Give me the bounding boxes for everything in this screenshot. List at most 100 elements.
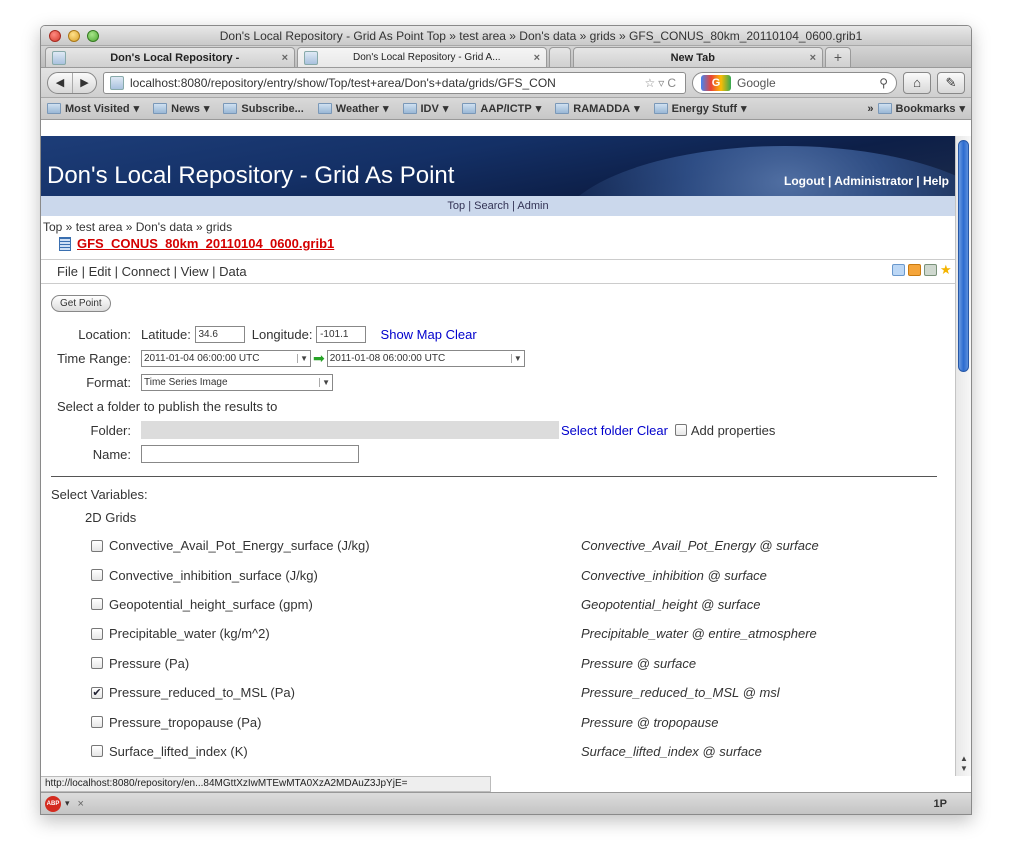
wrench-button[interactable]: ✎ xyxy=(937,71,965,94)
tab-close-icon[interactable]: × xyxy=(810,52,816,64)
folder-icon xyxy=(555,103,570,114)
site-identity-icon[interactable] xyxy=(110,75,124,90)
entry-name-link[interactable]: GFS_CONUS_80km_20110104_0600.grib1 xyxy=(77,236,334,251)
folder-row: Folder: Select folder Clear Add properti… xyxy=(51,418,945,442)
name-input[interactable] xyxy=(141,445,359,463)
time-start-select[interactable]: 2011-01-04 06:00:00 UTC ▼ xyxy=(141,349,311,367)
bookmark-weather[interactable]: Weather ▾ xyxy=(317,102,389,115)
bookmark-energy-stuff[interactable]: Energy Stuff ▾ xyxy=(653,102,747,115)
variable-description: Pressure @ surface xyxy=(581,655,697,671)
google-search-engine-icon[interactable]: G xyxy=(701,74,731,91)
bookmark-star-icon[interactable]: ☆▿C xyxy=(645,76,679,90)
bookmark-label: Most Visited xyxy=(65,102,130,115)
bookmark-ramadda[interactable]: RAMADDA ▾ xyxy=(555,102,640,115)
tab-close-icon[interactable]: × xyxy=(282,52,288,64)
variable-checkbox[interactable] xyxy=(91,598,103,611)
vertical-scrollbar[interactable]: ▲ ▼ xyxy=(955,136,971,776)
chevron-down-icon: ▼ xyxy=(510,353,522,363)
bookmark-subscribe[interactable]: Subscribe... xyxy=(223,103,304,115)
location-label: Location: xyxy=(78,326,131,342)
administrator-link[interactable]: Administrator xyxy=(834,174,913,188)
tab-1[interactable]: Don's Local Repository - × xyxy=(45,47,295,67)
variable-checkbox[interactable] xyxy=(91,745,103,758)
bookmark-label: News xyxy=(171,102,200,115)
format-select[interactable]: Time Series Image ▼ xyxy=(141,373,333,391)
logout-link[interactable]: Logout xyxy=(784,174,825,188)
name-row: Name: xyxy=(51,442,945,466)
tab-2[interactable]: Don's Local Repository - Grid A... × xyxy=(297,47,547,67)
magnifier-icon[interactable]: ⚲ xyxy=(879,76,888,90)
show-map-link[interactable]: Show Map xyxy=(381,327,442,342)
bookmark-idv[interactable]: IDV ▾ xyxy=(402,102,448,115)
onepassword-label[interactable]: 1P xyxy=(934,798,947,810)
name-label: Name: xyxy=(92,446,131,462)
bookmark-aap-ictp[interactable]: AAP/ICTP ▾ xyxy=(462,102,541,115)
home-button[interactable]: ⌂ xyxy=(903,71,931,94)
minimize-window-button[interactable] xyxy=(68,30,80,42)
menu-search-link[interactable]: Search xyxy=(474,200,509,212)
rss-icon[interactable] xyxy=(908,264,921,276)
cart-icon[interactable] xyxy=(924,264,937,276)
new-tab-button[interactable]: + xyxy=(825,47,851,67)
url-bar[interactable]: localhost:8080/repository/entry/show/Top… xyxy=(103,71,686,94)
bookmark-most-visited[interactable]: Most Visited ▾ xyxy=(47,102,139,115)
variable-name: Surface_lifted_index (K) xyxy=(109,743,248,759)
menu-admin-link[interactable]: Admin xyxy=(517,200,548,212)
close-window-button[interactable] xyxy=(49,30,61,42)
comment-icon[interactable] xyxy=(892,264,905,276)
folder-clear-link[interactable]: Clear xyxy=(637,423,668,438)
favorite-star-icon[interactable]: ★ xyxy=(940,263,953,276)
grid-point-form: Get Point Location: Latitude: 34.6 Longi… xyxy=(41,284,955,766)
get-point-button[interactable]: Get Point xyxy=(51,295,111,312)
time-end-select[interactable]: 2011-01-08 06:00:00 UTC ▼ xyxy=(326,349,525,367)
variable-description: Convective_Avail_Pot_Energy @ surface xyxy=(581,538,819,554)
variable-description: Pressure @ tropopause xyxy=(581,714,719,730)
entry-menu-edit[interactable]: Edit xyxy=(89,264,111,279)
back-button[interactable]: ◀ xyxy=(48,73,72,93)
top-menu: Top | Search | Admin xyxy=(41,196,955,216)
tab-3[interactable]: New Tab × xyxy=(573,47,823,67)
latitude-input[interactable]: 34.6 xyxy=(194,325,245,343)
menu-top-link[interactable]: Top xyxy=(447,200,465,212)
folder-field[interactable] xyxy=(141,421,559,439)
variable-checkbox[interactable] xyxy=(91,539,103,552)
bookmarks-menu[interactable]: » Bookmarks ▾ xyxy=(867,102,965,116)
tab-favicon-icon xyxy=(304,50,318,65)
variable-checkbox[interactable] xyxy=(91,716,103,729)
variable-checkbox[interactable] xyxy=(91,627,103,640)
breadcrumb[interactable]: Top » test area » Don's data » grids xyxy=(41,216,955,234)
repository-banner: Don's Local Repository - Grid As Point L… xyxy=(41,136,955,196)
bookmark-news[interactable]: News ▾ xyxy=(153,102,209,115)
variable-checkbox[interactable]: ✔ xyxy=(91,686,103,699)
variable-checkbox[interactable] xyxy=(91,569,103,582)
help-link[interactable]: Help xyxy=(923,174,949,188)
select-variables-label: Select Variables: xyxy=(51,487,148,502)
entry-menu-view[interactable]: View xyxy=(181,264,209,279)
entry-menu-connect[interactable]: Connect xyxy=(122,264,170,279)
back-forward-buttons: ◀ ▶ xyxy=(47,71,97,94)
add-properties-checkbox[interactable] xyxy=(675,424,688,436)
close-addon-bar-icon[interactable]: × xyxy=(78,798,84,810)
entry-menu-data[interactable]: Data xyxy=(219,264,246,279)
variable-row: Convective_inhibition_surface (J/kg) Con… xyxy=(51,560,945,589)
select-folder-link[interactable]: Select folder xyxy=(561,423,633,438)
adblock-menu-chevron-icon[interactable]: ▾ xyxy=(65,798,70,809)
longitude-input[interactable]: -101.1 xyxy=(316,325,367,343)
longitude-label: Longitude: xyxy=(251,326,313,342)
scroll-arrows[interactable]: ▲ ▼ xyxy=(958,754,970,774)
variable-description: Pressure_reduced_to_MSL @ msl xyxy=(581,685,780,701)
forward-button[interactable]: ▶ xyxy=(72,72,96,93)
tab-blank[interactable] xyxy=(549,47,571,67)
entry-menu-file[interactable]: File xyxy=(57,264,78,279)
tab-close-icon[interactable]: × xyxy=(534,52,540,64)
variable-checkbox[interactable] xyxy=(91,657,103,670)
location-clear-link[interactable]: Clear xyxy=(446,327,477,342)
adblock-icon[interactable]: ABP xyxy=(45,795,61,812)
scrollbar-thumb[interactable] xyxy=(958,140,969,372)
grid-file-icon xyxy=(59,236,71,251)
user-links: Logout | Administrator | Help xyxy=(784,174,949,188)
search-bar[interactable]: G Google ⚲ xyxy=(692,71,897,94)
zoom-window-button[interactable] xyxy=(87,30,99,42)
status-url: http://localhost:8080/repository/en...84… xyxy=(41,776,491,792)
bookmarks-icon xyxy=(877,103,892,114)
